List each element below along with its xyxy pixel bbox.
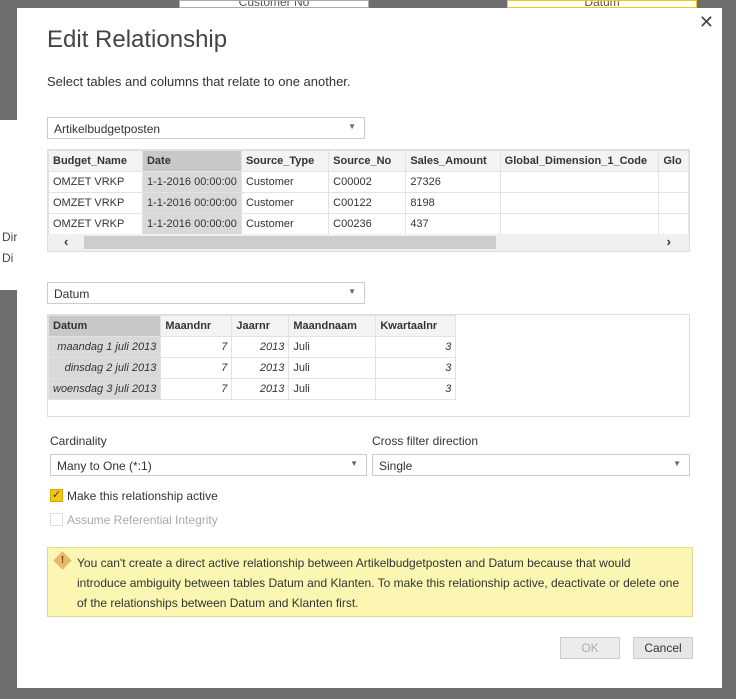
table-cell: Juli (288, 357, 377, 379)
background-card-customer-no: Customer No (179, 0, 369, 8)
column-header[interactable]: Kwartaalnr (375, 315, 457, 337)
table-cell: 3 (375, 357, 457, 379)
table-row: OMZET VRKP 1-1-2016 00:00:00 Customer C0012… (48, 192, 689, 214)
column-header[interactable]: Glo (658, 150, 689, 172)
table-cell: Customer (240, 192, 330, 214)
table-cell: 3 (375, 336, 457, 358)
table-row: OMZET VRKP 1-1-2016 00:00:00 Customer C0023… (48, 213, 689, 235)
table-cell (499, 171, 660, 193)
cardinality-label: Cardinality (50, 434, 107, 448)
cancel-button[interactable]: Cancel (633, 637, 693, 659)
table-cell: C00122 (328, 192, 407, 214)
table-cell: OMZET VRKP (48, 171, 143, 193)
warning-icon: ! (53, 551, 72, 570)
table-header-row: Budget_Name Date Source_Type Source_No S… (48, 150, 689, 172)
scroll-right-icon[interactable]: › (667, 234, 671, 249)
column-header[interactable]: Source_Type (240, 150, 330, 172)
column-header[interactable]: Maandnaam (288, 315, 377, 337)
table-row: OMZET VRKP 1-1-2016 00:00:00 Customer C0000… (48, 171, 689, 193)
table-cell: 8198 (405, 192, 501, 214)
table-cell: C00002 (328, 171, 407, 193)
table-cell: Customer (240, 213, 330, 235)
column-header[interactable]: Budget_Name (48, 150, 143, 172)
table-cell: 437 (405, 213, 501, 235)
background-card-label: Datum (584, 0, 620, 8)
chevron-down-icon: ▼ (348, 122, 356, 131)
column-header[interactable]: Sales_Amount (405, 150, 501, 172)
referential-integrity-label: Assume Referential Integrity (67, 513, 218, 527)
table-row: maandag 1 juli 2013 7 2013 Juli 3 (48, 336, 457, 358)
table-cell: 2013 (231, 378, 290, 400)
table2-select[interactable]: Datum ▼ (47, 282, 365, 304)
scrollbar-thumb[interactable] (84, 236, 496, 249)
table-cell: 1-1-2016 00:00:00 (141, 171, 242, 193)
background-card-datum: Datum (507, 0, 697, 8)
chevron-down-icon: ▼ (348, 287, 356, 296)
table-cell: 2013 (231, 336, 290, 358)
table-cell: 1-1-2016 00:00:00 (141, 192, 242, 214)
table-cell (658, 213, 689, 235)
table-cell: 3 (375, 378, 457, 400)
table2-preview-grid: Datum Maandnr Jaarnr Maandnaam Kwartaaln… (47, 314, 690, 417)
table-cell: 7 (160, 336, 233, 358)
table-cell: 1-1-2016 00:00:00 (141, 213, 242, 235)
ok-button[interactable]: OK (560, 637, 620, 659)
table-cell: OMZET VRKP (48, 213, 143, 235)
table-cell: maandag 1 juli 2013 (48, 336, 162, 358)
horizontal-scrollbar[interactable]: ‹ › (48, 234, 689, 251)
table-cell: 7 (160, 357, 233, 379)
table-cell: 2013 (231, 357, 290, 379)
table-cell: C00236 (328, 213, 407, 235)
table-cell: woensdag 3 juli 2013 (48, 378, 162, 400)
warning-banner: ! You can't create a direct active relat… (47, 547, 693, 617)
column-header-selected[interactable]: Date (141, 150, 242, 172)
cross-filter-label: Cross filter direction (372, 434, 479, 448)
table-row: dinsdag 2 juli 2013 7 2013 Juli 3 (48, 357, 457, 379)
background-fragment: Dir (2, 230, 17, 244)
column-header-selected[interactable]: Datum (48, 315, 162, 337)
table-cell: 7 (160, 378, 233, 400)
table-cell (658, 192, 689, 214)
table2-select-value: Datum (54, 287, 90, 301)
table1-preview-grid: Budget_Name Date Source_Type Source_No S… (47, 149, 690, 252)
cardinality-select[interactable]: Many to One (*:1) ▼ (50, 454, 367, 476)
cross-filter-select[interactable]: Single ▼ (372, 454, 690, 476)
checkmark-icon: ✓ (51, 489, 62, 501)
table-cell: Juli (288, 378, 377, 400)
table1-select[interactable]: Artikelbudgetposten ▼ (47, 117, 365, 139)
chevron-down-icon: ▼ (350, 459, 358, 468)
background-card-label: Customer No (238, 0, 310, 8)
warning-text: You can't create a direct active relatio… (77, 556, 680, 610)
cross-filter-value: Single (379, 459, 413, 473)
table-cell (499, 213, 660, 235)
cardinality-value: Many to One (*:1) (57, 459, 152, 473)
dialog-subtitle: Select tables and columns that relate to… (47, 74, 351, 89)
table-row: woensdag 3 juli 2013 7 2013 Juli 3 (48, 378, 457, 400)
table-cell: dinsdag 2 juli 2013 (48, 357, 162, 379)
table1-select-value: Artikelbudgetposten (54, 122, 161, 136)
table-cell: 27326 (405, 171, 501, 193)
table-header-row: Datum Maandnr Jaarnr Maandnaam Kwartaaln… (48, 315, 457, 337)
table1-preview: Budget_Name Date Source_Type Source_No S… (48, 150, 689, 235)
table-cell: Juli (288, 336, 377, 358)
dialog-title: Edit Relationship (47, 26, 228, 53)
table-cell (499, 192, 660, 214)
column-header[interactable]: Maandnr (160, 315, 233, 337)
active-label[interactable]: Make this relationship active (67, 489, 218, 503)
background-fragment: Di (2, 251, 14, 265)
table-cell (658, 171, 689, 193)
edit-relationship-dialog: ✕ Edit Relationship Select tables and co… (17, 8, 722, 688)
table-cell: OMZET VRKP (48, 192, 143, 214)
column-header[interactable]: Jaarnr (231, 315, 290, 337)
active-checkbox[interactable]: ✓ (50, 489, 63, 502)
chevron-down-icon: ▼ (673, 459, 681, 468)
column-header[interactable]: Global_Dimension_1_Code (499, 150, 660, 172)
column-header[interactable]: Source_No (328, 150, 407, 172)
background-left-pane: Dir Di (0, 120, 17, 290)
close-icon[interactable]: ✕ (699, 12, 714, 33)
table-cell: Customer (240, 171, 330, 193)
scroll-left-icon[interactable]: ‹ (64, 234, 68, 249)
table2-preview: Datum Maandnr Jaarnr Maandnaam Kwartaaln… (48, 315, 457, 400)
referential-integrity-checkbox[interactable] (50, 513, 63, 526)
